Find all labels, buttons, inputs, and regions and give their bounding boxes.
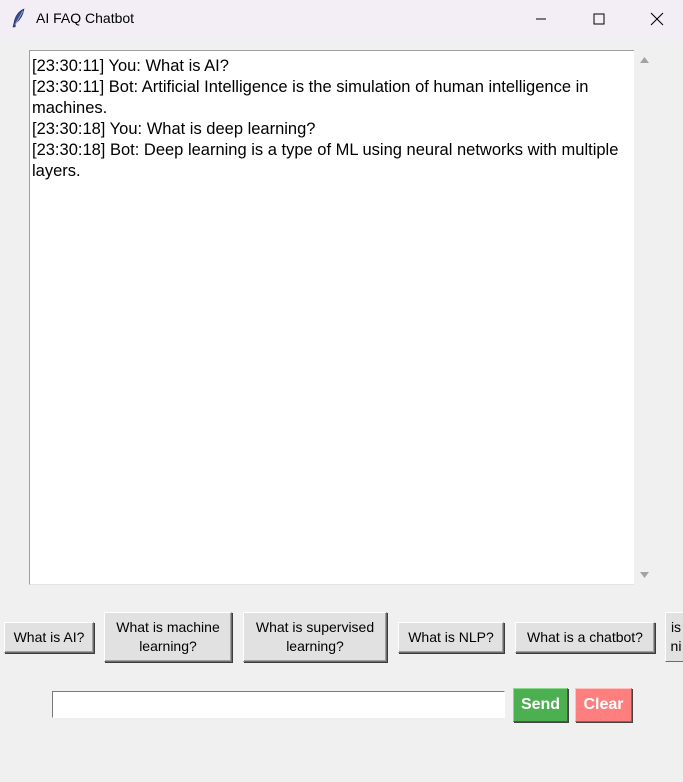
main-area: [23:30:11] You: What is AI? [23:30:11] B…	[0, 37, 683, 782]
clear-button[interactable]: Clear	[575, 688, 632, 722]
chat-scrollbar[interactable]	[634, 50, 655, 585]
send-button[interactable]: Send	[513, 688, 568, 722]
message-input[interactable]	[52, 691, 505, 718]
chat-message: [23:30:18] You: What is deep learning?	[32, 120, 316, 138]
close-icon	[650, 12, 664, 25]
title-bar: AI FAQ Chatbot	[0, 0, 683, 37]
chat-message: [23:30:18] Bot: Deep learning is a type …	[32, 141, 619, 180]
window-title: AI FAQ Chatbot	[36, 10, 135, 26]
chat-log[interactable]: [23:30:11] You: What is AI? [23:30:11] B…	[29, 50, 634, 585]
minimize-button[interactable]	[512, 0, 570, 37]
scroll-down-icon[interactable]	[639, 571, 650, 579]
minimize-icon	[536, 18, 546, 19]
quick-question-button[interactable]: What is supervised learning?	[243, 612, 387, 662]
close-button[interactable]	[628, 0, 683, 37]
scroll-up-icon[interactable]	[639, 56, 650, 64]
quick-question-button[interactable]: What is AI?	[4, 622, 94, 653]
quick-question-button[interactable]: What is NLP?	[398, 622, 504, 653]
maximize-button[interactable]	[570, 0, 628, 37]
chat-message: [23:30:11] You: What is AI?	[32, 57, 229, 75]
chat-message: [23:30:11] Bot: Artificial Intelligence …	[32, 78, 589, 117]
quick-question-button[interactable]: What is a chatbot?	[515, 622, 655, 653]
quick-question-button[interactable]: is ni	[665, 612, 683, 662]
feather-icon	[12, 8, 25, 28]
quick-question-button[interactable]: What is machine learning?	[104, 612, 232, 662]
quick-questions-row: What is AI? What is machine learning? Wh…	[0, 612, 683, 664]
maximize-icon	[593, 13, 605, 24]
